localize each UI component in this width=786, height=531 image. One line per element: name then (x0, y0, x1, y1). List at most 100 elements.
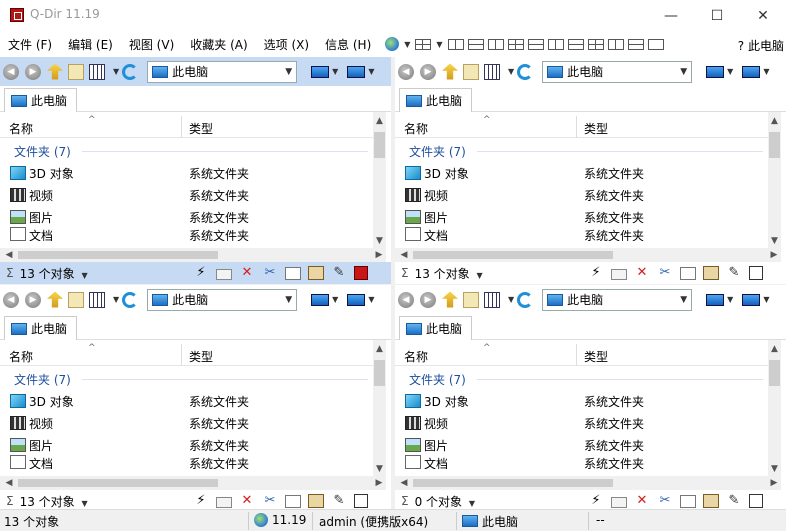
chevron-down-icon[interactable]: ▼ (763, 67, 769, 76)
layout-icon-9[interactable] (607, 38, 624, 50)
horizontal-scrollbar[interactable]: ◀ ▶ (0, 248, 386, 262)
address-bar[interactable]: 此电脑 ▼ (147, 60, 298, 83)
group-header[interactable]: 文件夹 (7) (14, 143, 71, 160)
menu-view[interactable]: 视图 (V) (121, 36, 182, 53)
cut-icon[interactable]: ✂ (657, 265, 673, 281)
list-item[interactable]: 视频 系统文件夹 (405, 184, 765, 206)
chevron-down-icon[interactable]: ▼ (332, 67, 338, 76)
monitor-icon[interactable] (311, 293, 330, 306)
list-item[interactable]: 3D 对象 系统文件夹 (405, 390, 765, 412)
chevron-down-icon[interactable]: ▼ (368, 295, 374, 304)
minimize-button[interactable]: — (648, 0, 694, 31)
view-mode-icon[interactable] (484, 63, 500, 80)
chevron-down-icon[interactable]: ▼ (763, 295, 769, 304)
object-count[interactable]: 13 个对象 ▼ (20, 493, 170, 510)
lightning-icon[interactable]: ⚡ (193, 265, 209, 281)
chevron-down-icon[interactable]: ▼ (680, 295, 687, 305)
scroll-down-icon[interactable]: ▼ (373, 234, 386, 248)
paste-icon[interactable] (703, 494, 719, 508)
rename-icon[interactable]: ✎ (331, 265, 347, 281)
layout-icon-10[interactable] (627, 38, 644, 50)
cut-icon[interactable]: ✂ (262, 265, 278, 281)
chevron-down-icon[interactable]: ▼ (285, 295, 292, 305)
scroll-thumb[interactable] (374, 132, 385, 158)
column-type[interactable]: 类型 (584, 348, 608, 365)
column-name[interactable]: 名称 (9, 348, 33, 365)
scroll-right-icon[interactable]: ▶ (767, 248, 781, 262)
rename-icon[interactable]: ✎ (726, 493, 742, 509)
column-type[interactable]: 类型 (189, 348, 213, 365)
monitor-icon[interactable] (347, 65, 366, 78)
delete-icon[interactable]: ✕ (239, 493, 255, 509)
menu-file[interactable]: 文件 (F) (0, 36, 60, 53)
paste-icon[interactable] (308, 266, 324, 280)
monitor-icon[interactable] (706, 293, 725, 306)
group-header[interactable]: 文件夹 (7) (14, 371, 71, 388)
list-item[interactable]: 3D 对象 系统文件夹 (10, 390, 370, 412)
refresh-icon[interactable] (122, 63, 139, 80)
layout-icon-3[interactable] (487, 38, 504, 50)
scroll-left-icon[interactable]: ◀ (397, 476, 411, 490)
copy-icon[interactable] (680, 266, 696, 280)
list-item[interactable]: 图片 系统文件夹 (10, 206, 370, 228)
up-folder-icon[interactable] (442, 291, 458, 308)
list-item[interactable]: 文档 系统文件夹 (10, 227, 370, 241)
scroll-thumb[interactable] (413, 251, 613, 259)
list-item[interactable]: 图片 系统文件夹 (405, 206, 765, 228)
lightning-icon[interactable]: ⚡ (588, 265, 604, 281)
address-bar[interactable]: 此电脑 ▼ (542, 60, 693, 83)
monitor-icon[interactable] (706, 65, 725, 78)
column-divider[interactable] (576, 116, 577, 138)
monitor-icon[interactable] (347, 293, 366, 306)
layout-icon-1[interactable] (447, 38, 464, 50)
menu-edit[interactable]: 编辑 (E) (60, 36, 121, 53)
chevron-down-icon[interactable]: ▼ (285, 67, 292, 77)
horizontal-scrollbar[interactable]: ◀ ▶ (0, 476, 386, 490)
scroll-left-icon[interactable]: ◀ (397, 248, 411, 262)
vertical-scrollbar[interactable]: ▲ ▼ (373, 340, 386, 476)
globe-icon[interactable] (385, 37, 400, 51)
new-folder-icon[interactable] (68, 63, 84, 80)
chevron-down-icon[interactable]: ▼ (332, 295, 338, 304)
close-button[interactable]: ✕ (740, 0, 786, 31)
chevron-down-icon[interactable]: ▼ (404, 40, 410, 49)
refresh-icon[interactable] (122, 291, 139, 308)
back-icon[interactable]: ◀ (3, 291, 19, 308)
column-type[interactable]: 类型 (189, 120, 213, 137)
list-item[interactable]: 图片 系统文件夹 (405, 434, 765, 456)
select-icon[interactable] (749, 266, 763, 280)
list-item[interactable]: 图片 系统文件夹 (10, 434, 370, 456)
scroll-thumb[interactable] (374, 360, 385, 386)
scroll-down-icon[interactable]: ▼ (373, 462, 386, 476)
chevron-down-icon[interactable]: ▼ (508, 295, 514, 304)
layout-quad-icon[interactable] (415, 38, 432, 50)
delete-icon[interactable]: ✕ (239, 265, 255, 281)
address-bar[interactable]: 此电脑 ▼ (147, 288, 298, 311)
back-icon[interactable]: ◀ (3, 63, 19, 80)
chevron-down-icon[interactable]: ▼ (436, 40, 442, 49)
cut-icon[interactable]: ✂ (657, 493, 673, 509)
list-item[interactable]: 文档 系统文件夹 (405, 455, 765, 469)
paste-icon[interactable] (308, 494, 324, 508)
paste-icon[interactable] (703, 266, 719, 280)
menu-favorites[interactable]: 收藏夹 (A) (182, 36, 255, 53)
mail-icon[interactable] (216, 268, 232, 280)
scroll-thumb[interactable] (413, 479, 613, 487)
monitor-icon[interactable] (742, 65, 761, 78)
tab-this-pc[interactable]: 此电脑 (399, 316, 473, 340)
help-location[interactable]: ? 此电脑 (738, 37, 784, 54)
layout-icon-11[interactable] (647, 38, 664, 50)
list-item[interactable]: 文档 系统文件夹 (405, 227, 765, 241)
scroll-right-icon[interactable]: ▶ (767, 476, 781, 490)
monitor-icon[interactable] (742, 293, 761, 306)
scroll-up-icon[interactable]: ▲ (373, 114, 386, 128)
mail-icon[interactable] (611, 268, 627, 280)
object-count[interactable]: 13 个对象 ▼ (20, 265, 170, 282)
select-icon[interactable] (749, 494, 763, 508)
list-item[interactable]: 视频 系统文件夹 (10, 412, 370, 434)
mail-icon[interactable] (216, 496, 232, 508)
forward-icon[interactable]: ▶ (25, 291, 41, 308)
object-count[interactable]: 0 个对象 ▼ (415, 493, 565, 510)
up-folder-icon[interactable] (442, 63, 458, 80)
lightning-icon[interactable]: ⚡ (193, 493, 209, 509)
